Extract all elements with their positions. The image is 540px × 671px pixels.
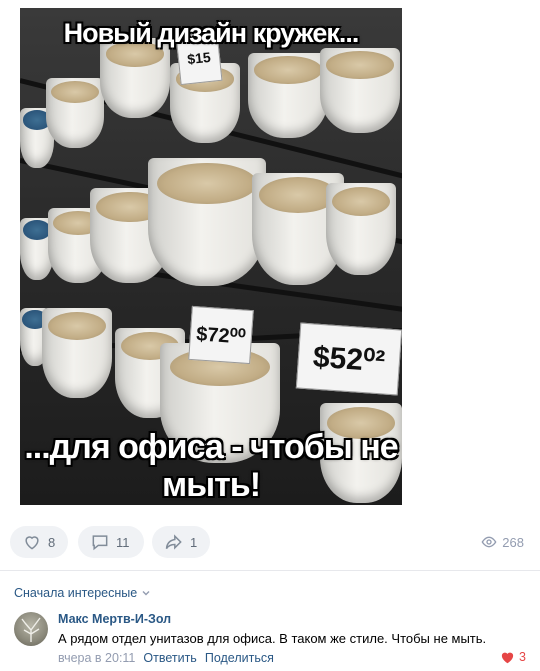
comment-meta: вчера в 20:11 Ответить Поделиться [58, 651, 274, 665]
comment-like-button[interactable]: 3 [500, 650, 526, 664]
mug [46, 78, 104, 148]
mug [148, 158, 266, 286]
like-count: 8 [48, 534, 56, 550]
comment-text: А рядом отдел унитазов для офиса. В тако… [58, 631, 487, 646]
heart-icon [25, 536, 39, 550]
meme-caption-line: мыть! [161, 466, 261, 504]
mug [100, 38, 170, 118]
share-count: 1 [190, 534, 198, 550]
post-actions-bar: 8 11 1 268 [10, 526, 530, 558]
meme-caption-bottom: ...для офиса - чтобы не мыть! [20, 428, 402, 504]
comment-time[interactable]: вчера в 20:11 [58, 651, 135, 665]
comments-sort-label: Сначала интересные [14, 586, 138, 600]
mug [320, 48, 400, 133]
comment-button[interactable]: 11 [78, 526, 144, 558]
meme-caption-line: ...для офиса - чтобы не [24, 428, 398, 466]
comments-sort-dropdown[interactable]: Сначала интересные [14, 586, 151, 600]
chevron-down-icon [142, 591, 150, 596]
views-counter: 268 [481, 534, 524, 550]
share-icon [165, 534, 182, 550]
comment-like-count: 3 [519, 650, 526, 664]
mug [326, 183, 396, 275]
comment-count: 11 [116, 534, 130, 550]
share-button[interactable]: 1 [152, 526, 210, 558]
post-image[interactable]: $52⁰² $72⁰⁰ $15 Новый дизайн кружек... .… [20, 8, 402, 505]
like-button[interactable]: 8 [10, 526, 68, 558]
mug [248, 53, 328, 138]
price-tag: $72⁰⁰ [188, 305, 254, 365]
comment-author[interactable]: Макс Мертв-И-Зол [58, 612, 171, 626]
heart-filled-icon [501, 652, 514, 664]
eye-icon [481, 536, 497, 548]
avatar[interactable] [14, 612, 48, 646]
divider [0, 570, 540, 571]
comment-icon [92, 535, 108, 551]
share-comment-button[interactable]: Поделиться [205, 651, 274, 665]
reply-button[interactable]: Ответить [143, 651, 196, 665]
meme-caption-top: Новый дизайн кружек... [63, 18, 360, 48]
views-count: 268 [502, 534, 524, 550]
price-tag: $52⁰² [295, 322, 402, 396]
mug [42, 308, 112, 398]
tree-avatar-image [21, 617, 41, 642]
